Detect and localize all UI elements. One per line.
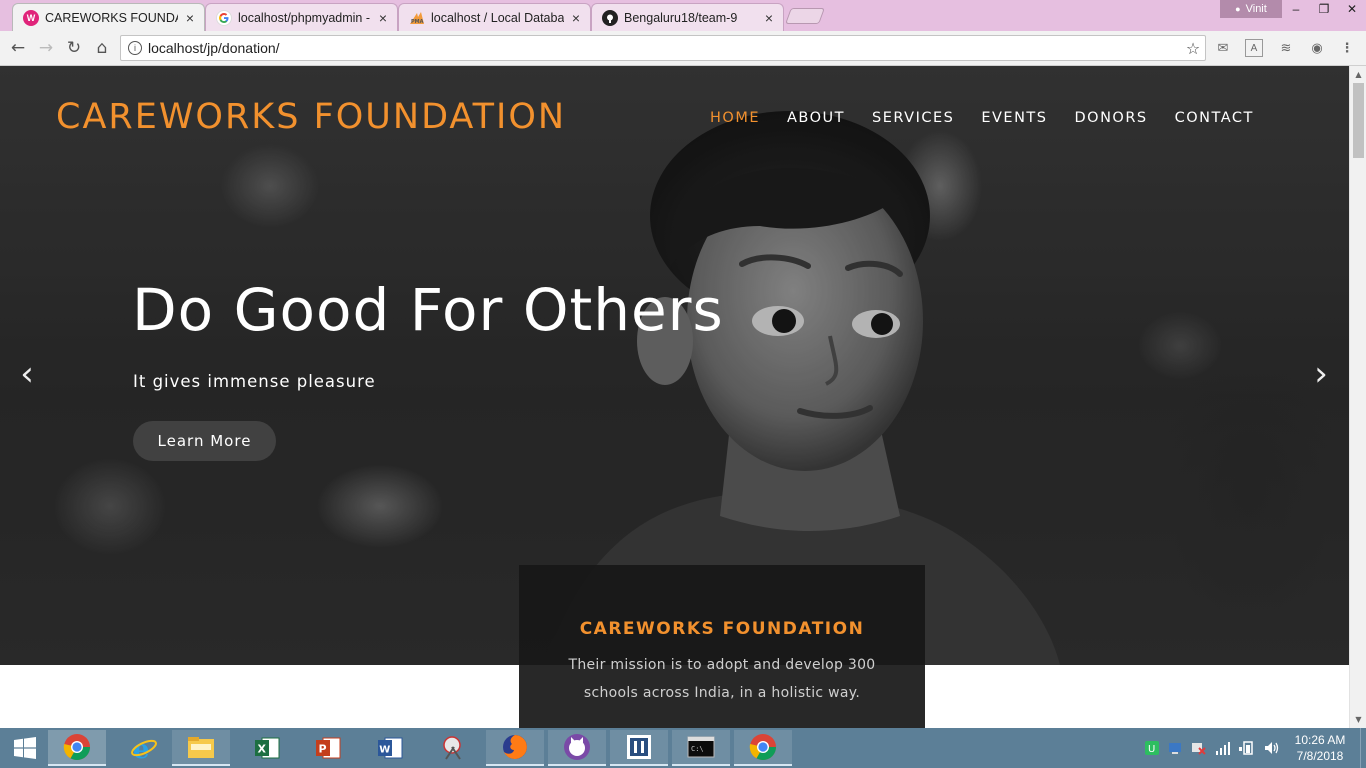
back-icon[interactable]: ← (6, 36, 30, 60)
svg-text:P: P (319, 743, 327, 756)
hero-headline: Do Good For Others (132, 276, 724, 344)
info-box-text: Their mission is to adopt and develop 30… (568, 657, 876, 701)
reload-icon[interactable]: ↻ (62, 36, 86, 60)
clock-date: 7/8/2018 (1296, 749, 1344, 763)
close-tab-icon[interactable]: × (763, 10, 775, 26)
taskbar-clock[interactable]: 10:26 AM 7/8/2018 (1292, 732, 1348, 764)
info-box-title: CAREWORKS FOUNDATION (579, 619, 865, 639)
chrome-menu-icon[interactable]: ⋮ (1338, 39, 1356, 57)
browser-title-bar: W CAREWORKS FOUNDATIO × localhost/phpmya… (0, 0, 1366, 31)
tab-title: localhost/phpmyadmin - (238, 10, 371, 25)
carousel-next-icon[interactable]: › (1306, 354, 1336, 394)
nav-about[interactable]: ABOUT (787, 110, 845, 126)
windows-start-icon[interactable] (0, 728, 50, 768)
file-explorer-icon[interactable] (172, 730, 230, 766)
snipping-tool-icon[interactable] (424, 730, 482, 766)
page-viewport: CAREWORKS FOUNDATION HOME ABOUT SERVICES… (0, 66, 1349, 728)
firefox-icon[interactable] (486, 730, 544, 766)
github-icon (602, 9, 618, 26)
github-desktop-icon[interactable] (548, 730, 606, 766)
nav-contact[interactable]: CONTACT (1175, 110, 1254, 126)
extension-mail-icon[interactable]: ✉ (1214, 39, 1232, 57)
tray-network-error-icon[interactable] (1190, 728, 1206, 768)
hero-subheadline: It gives immense pleasure (133, 372, 376, 391)
nav-services[interactable]: SERVICES (872, 110, 954, 126)
phpmyadmin-icon: PMA (409, 10, 425, 26)
command-prompt-icon[interactable]: C:\ (672, 730, 730, 766)
foundation-info-box: CAREWORKS FOUNDATION Their mission is to… (519, 565, 925, 728)
profile-name: Vinit (1245, 3, 1267, 15)
svg-text:PMA: PMA (411, 19, 424, 25)
scroll-down-icon[interactable]: ▼ (1350, 711, 1366, 728)
minimize-icon[interactable]: – (1282, 0, 1310, 18)
windows-taskbar: e X P W C:\ U 10:26 AM 7/8/2018 (0, 728, 1366, 768)
word-icon[interactable]: W (361, 730, 419, 766)
close-tab-icon[interactable]: × (377, 10, 389, 26)
browser-toolbar: ← → ↻ ⌂ i localhost/jp/donation/ ☆ ✉ A ≋… (0, 31, 1366, 66)
url-text[interactable]: localhost/jp/donation/ (148, 40, 1181, 56)
site-logo[interactable]: CAREWORKS FOUNDATION (56, 97, 566, 137)
profile-icon: ● (1235, 4, 1241, 14)
show-desktop-button[interactable] (1360, 728, 1366, 768)
tab-title: localhost / Local Databas (431, 10, 564, 25)
tray-volume-icon[interactable] (1264, 728, 1280, 768)
forward-icon[interactable]: → (34, 36, 58, 60)
browser-tab-careworks[interactable]: W CAREWORKS FOUNDATIO × (12, 3, 205, 31)
google-icon (216, 9, 232, 26)
close-tab-icon[interactable]: × (570, 10, 582, 26)
address-bar[interactable]: i localhost/jp/donation/ ☆ (120, 35, 1206, 61)
sourcetree-icon[interactable] (610, 730, 668, 766)
tray-network-adapter-icon[interactable] (1167, 728, 1183, 768)
excel-icon[interactable]: X (238, 730, 296, 766)
close-tab-icon[interactable]: × (184, 10, 196, 26)
browser-tab-phpmyadmin[interactable]: localhost/phpmyadmin - × (205, 3, 398, 31)
new-tab-button[interactable] (785, 8, 825, 24)
site-info-icon[interactable]: i (128, 41, 142, 55)
page-scrollbar[interactable]: ▲ ▼ (1349, 66, 1366, 728)
tab-title: Bengaluru18/team-9 (624, 10, 738, 25)
window-close-icon[interactable]: ✕ (1338, 0, 1366, 18)
powerpoint-icon[interactable]: P (299, 730, 357, 766)
extension-stack-icon[interactable]: ≋ (1277, 39, 1295, 57)
main-navigation: HOME ABOUT SERVICES EVENTS DONORS CONTAC… (710, 110, 1281, 126)
tray-evernote-icon[interactable]: U (1144, 728, 1160, 768)
browser-tab-github[interactable]: Bengaluru18/team-9 × (591, 3, 784, 31)
svg-text:X: X (258, 743, 267, 756)
extension-translate-icon[interactable]: A (1245, 39, 1263, 57)
internet-explorer-icon[interactable]: e (115, 730, 173, 766)
tab-title: CAREWORKS FOUNDATIO (45, 10, 178, 25)
carousel-prev-icon[interactable]: ‹ (12, 354, 42, 394)
profile-button[interactable]: ● Vinit (1220, 0, 1282, 18)
svg-text:U: U (1148, 744, 1155, 755)
bookmark-star-icon[interactable]: ☆ (1181, 39, 1205, 58)
tray-battery-icon[interactable] (1239, 728, 1257, 768)
careworks-icon: W (23, 9, 39, 26)
chrome-icon[interactable] (734, 730, 792, 766)
nav-donors[interactable]: DONORS (1075, 110, 1148, 126)
clock-time: 10:26 AM (1294, 733, 1346, 747)
scrollbar-thumb[interactable] (1353, 83, 1364, 158)
nav-home[interactable]: HOME (710, 110, 760, 126)
learn-more-button[interactable]: Learn More (133, 421, 276, 461)
extension-eye-icon[interactable]: ◉ (1308, 39, 1326, 57)
nav-events[interactable]: EVENTS (981, 110, 1047, 126)
svg-text:W: W (379, 745, 390, 756)
browser-tab-local-database[interactable]: PMA localhost / Local Databas × (398, 3, 591, 31)
svg-text:C:\: C:\ (691, 745, 704, 753)
scroll-up-icon[interactable]: ▲ (1350, 66, 1366, 83)
home-icon[interactable]: ⌂ (90, 36, 114, 60)
chrome-icon[interactable] (48, 730, 106, 766)
restore-icon[interactable]: ❐ (1310, 0, 1338, 18)
tray-signal-icon[interactable] (1215, 728, 1231, 768)
